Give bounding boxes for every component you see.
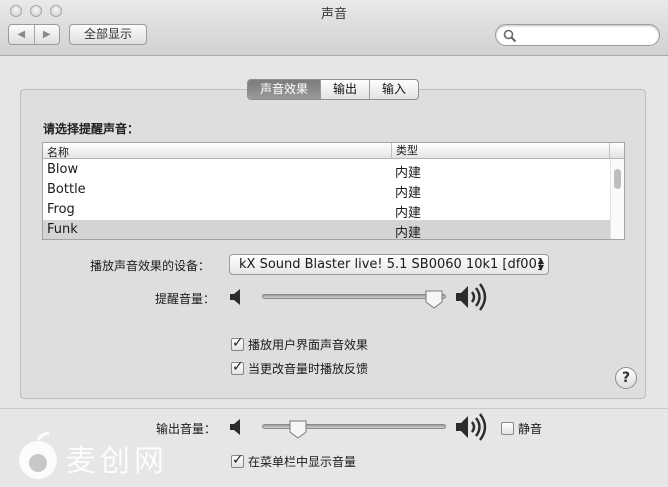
- output-device-select[interactable]: kX Sound Blaster live! 5.1 SB0060 10k1 […: [229, 254, 549, 275]
- chevron-left-icon: ◀: [17, 29, 26, 40]
- section-divider: [0, 408, 668, 409]
- show-all-button[interactable]: 全部显示: [69, 24, 147, 45]
- sound-type: 内建: [395, 226, 422, 240]
- checkbox-box[interactable]: ✓: [231, 359, 244, 375]
- sound-type: 内建: [395, 166, 422, 181]
- list-rows: Blow 内建 Bottle 内建 Frog 内建 Funk 内建: [43, 160, 610, 240]
- column-header-end: [609, 143, 610, 158]
- speaker-low-icon: [230, 419, 240, 435]
- volume-feedback-checkbox[interactable]: ✓ 当更改音量时播放反馈: [231, 359, 369, 377]
- list-scrollbar[interactable]: [610, 159, 624, 239]
- show-volume-in-menubar-checkbox[interactable]: ✓ 在菜单栏中显示音量: [231, 452, 357, 470]
- list-item[interactable]: Blow 内建: [43, 160, 610, 181]
- back-forward-control: ◀ ▶: [8, 24, 60, 45]
- mute-label: 静音: [518, 422, 543, 436]
- checkmark-icon: ✓: [232, 335, 244, 351]
- output-volume-slider-knob[interactable]: [289, 420, 307, 439]
- checkmark-icon: ✓: [232, 359, 244, 375]
- sound-name: Frog: [47, 202, 75, 217]
- column-header-name[interactable]: 名称: [47, 144, 69, 160]
- speaker-high-icon: [456, 413, 487, 441]
- sound-name: Blow: [47, 162, 79, 177]
- checkbox-box[interactable]: ✓: [231, 452, 244, 468]
- column-header-type[interactable]: 类型: [391, 143, 418, 158]
- speaker-high-icon: [456, 283, 487, 311]
- list-item[interactable]: Bottle 内建: [43, 180, 610, 201]
- help-button[interactable]: ?: [615, 367, 637, 389]
- back-button[interactable]: ◀: [9, 25, 34, 44]
- watermark-text: 麦创网: [66, 444, 168, 479]
- sound-name: Bottle: [47, 182, 86, 197]
- ui-sound-effects-checkbox[interactable]: ✓ 播放用户界面声音效果: [231, 335, 369, 353]
- list-header: 名称 类型: [43, 143, 624, 159]
- forward-button[interactable]: ▶: [33, 25, 60, 44]
- chevron-right-icon: ▶: [42, 29, 51, 40]
- list-item-selected[interactable]: Funk 内建: [43, 220, 610, 240]
- window-title: 声音: [320, 7, 347, 22]
- sound-name: Funk: [47, 222, 78, 237]
- show-volume-in-menubar-label: 在菜单栏中显示音量: [248, 455, 357, 469]
- search-icon: [503, 29, 517, 43]
- output-device-label: 播放声音效果的设备：: [90, 259, 211, 273]
- sound-type: 内建: [395, 206, 422, 221]
- titlebar: 声音 ◀ ▶ 全部显示: [0, 0, 668, 56]
- alert-volume-track[interactable]: [262, 294, 446, 299]
- search-input[interactable]: [520, 27, 650, 43]
- speaker-low-icon: [230, 289, 240, 305]
- checkbox-box[interactable]: [501, 422, 514, 435]
- tab-sound-effects[interactable]: 声音效果: [248, 80, 321, 99]
- updown-arrows-icon: ▲ ▼: [537, 256, 544, 272]
- choose-alert-sound-label: 请选择提醒声音：: [43, 122, 140, 136]
- search-field[interactable]: [495, 24, 660, 46]
- sound-preferences-window: 声音 ◀ ▶ 全部显示 声音效果 输出 输入 请选择提醒声音： 名称 类型 Bl…: [0, 0, 668, 487]
- tab-bar: 声音效果 输出 输入: [247, 79, 420, 100]
- tab-input[interactable]: 输入: [369, 80, 418, 99]
- list-item[interactable]: Frog 内建: [43, 200, 610, 221]
- alert-volume-label: 提醒音量：: [155, 292, 216, 306]
- checkmark-icon: ✓: [232, 452, 244, 468]
- mute-checkbox[interactable]: 静音: [501, 420, 542, 437]
- alert-volume-slider-knob[interactable]: [425, 290, 443, 309]
- output-device-value: kX Sound Blaster live! 5.1 SB0060 10k1 […: [239, 257, 542, 272]
- scrollbar-thumb[interactable]: [614, 169, 621, 189]
- checkbox-box[interactable]: ✓: [231, 335, 244, 351]
- alert-sound-list[interactable]: 名称 类型 Blow 内建 Bottle 内建 Frog 内建 Funk 内建: [42, 142, 625, 240]
- sound-type: 内建: [395, 186, 422, 201]
- volume-feedback-label: 当更改音量时播放反馈: [248, 362, 369, 376]
- tab-output[interactable]: 输出: [320, 80, 369, 99]
- ui-sound-effects-label: 播放用户界面声音效果: [248, 338, 369, 352]
